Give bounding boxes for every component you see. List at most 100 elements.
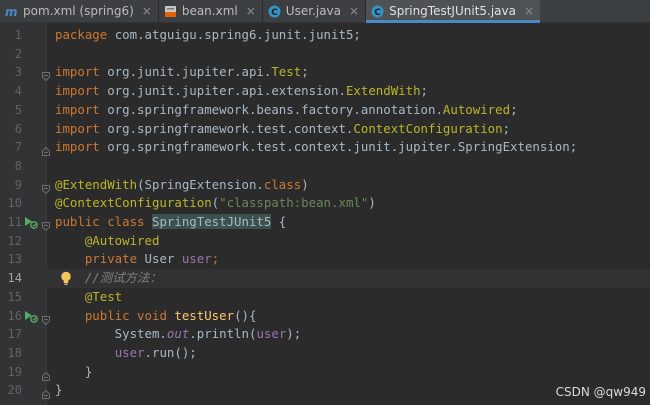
code-text: @Test <box>55 288 122 307</box>
code-token: user <box>256 326 287 342</box>
code-line[interactable]: 7 import org.springframework.test.context… <box>0 138 650 157</box>
code-token: @Test <box>84 288 123 304</box>
code-token: out <box>166 326 190 342</box>
code-token: ; <box>301 64 309 80</box>
svg-text:C: C <box>271 8 278 18</box>
line-number: 12 <box>7 233 22 248</box>
code-token: ; <box>502 120 511 136</box>
code-token: } <box>55 382 63 398</box>
line-number: 3 <box>14 65 22 80</box>
java-class-icon: C <box>371 5 384 18</box>
code-token: user <box>181 251 212 267</box>
code-token: import <box>55 64 108 80</box>
code-token: org.junit.jupiter.api.extension. <box>107 83 346 99</box>
svg-text:m: m <box>5 5 18 18</box>
code-token: public void <box>84 307 175 323</box>
close-icon[interactable]: × <box>349 4 359 18</box>
code-line[interactable]: 17 System.out.println(user); <box>0 325 650 344</box>
line-number: 10 <box>7 196 22 211</box>
line-number: 19 <box>7 364 22 379</box>
tab-user-java[interactable]: C User.java × <box>263 0 365 22</box>
line-number: 7 <box>14 140 22 155</box>
code-line[interactable]: 6 import org.springframework.test.context… <box>0 120 650 139</box>
code-text: //测试方法： <box>55 269 162 288</box>
svg-text:C: C <box>374 8 381 18</box>
code-token: (){ <box>234 307 257 323</box>
code-line[interactable]: 4 import org.junit.jupiter.api.extension.… <box>0 82 650 101</box>
code-line[interactable]: 18 user.run(); <box>0 344 650 363</box>
fold-open-icon[interactable] <box>42 68 50 82</box>
code-line[interactable]: 3 import org.junit.jupiter.api.Test; <box>0 63 650 82</box>
run-test-icon[interactable] <box>24 310 38 323</box>
line-number: 16 <box>7 308 22 323</box>
code-token: ); <box>286 326 302 342</box>
code-token: ; <box>510 101 518 117</box>
line-number: 15 <box>7 289 22 304</box>
code-line[interactable]: 10 @ContextConfiguration("classpath:bean.… <box>0 194 650 213</box>
code-line[interactable]: 20} <box>0 381 650 400</box>
fold-open-icon[interactable] <box>42 312 50 325</box>
code-line[interactable]: 9 @ExtendWith(SpringExtension.class) <box>0 176 650 195</box>
code-token: org.springframework.test.context.junit.j… <box>107 139 578 155</box>
code-token: ExtendWith <box>345 83 421 99</box>
code-token: import <box>55 83 108 99</box>
code-line[interactable]: 19 } <box>0 363 650 382</box>
code-token: .run(); <box>144 344 197 360</box>
code-token: ) <box>368 195 376 211</box>
code-line[interactable]: 8 <box>0 157 650 176</box>
code-token: org.springframework.beans.factory.annota… <box>107 101 443 117</box>
code-token: package <box>55 27 115 42</box>
code-line[interactable]: 2 <box>0 45 650 64</box>
tab-bean-xml[interactable]: bean.xml × <box>159 0 262 22</box>
code-token: user <box>114 344 145 360</box>
code-token: "classpath:bean.xml" <box>219 195 369 211</box>
fold-close-icon[interactable] <box>42 386 50 400</box>
code-text: import org.springframework.beans.factory… <box>55 101 518 120</box>
fold-open-icon[interactable] <box>42 181 50 194</box>
code-token: ) <box>301 176 309 192</box>
code-line[interactable]: 14 //测试方法： <box>0 269 650 288</box>
code-token: com.atguigu.spring6.junit.junit5; <box>114 27 361 42</box>
line-number: 2 <box>14 46 22 61</box>
close-icon[interactable]: × <box>524 4 534 18</box>
code-text: @ExtendWith(SpringExtension.class) <box>55 176 309 195</box>
code-line[interactable]: 13 private User user; <box>0 250 650 269</box>
run-test-icon[interactable] <box>24 216 38 229</box>
code-token: Autowired <box>442 101 511 117</box>
code-token: ContextConfiguration <box>353 120 503 136</box>
tab-label: pom.xml (spring6) <box>23 4 134 18</box>
java-class-icon: C <box>268 5 281 18</box>
code-line[interactable]: 11 public class SpringTestJUnit5 { <box>0 213 650 232</box>
code-token: ; <box>420 83 429 99</box>
code-line[interactable]: 1 package com.atguigu.spring6.junit.junit… <box>0 26 650 45</box>
fold-open-icon[interactable] <box>42 218 50 232</box>
code-token: .println( <box>189 326 257 342</box>
close-icon[interactable]: × <box>142 4 152 18</box>
code-line[interactable]: 12 @Autowired <box>0 232 650 251</box>
close-icon[interactable]: × <box>246 4 256 18</box>
code-token: //测试方法： <box>84 270 162 286</box>
fold-close-icon[interactable] <box>42 143 50 157</box>
code-text: public class SpringTestJUnit5 { <box>55 213 286 232</box>
code-line[interactable]: 16 public void testUser(){ <box>0 307 650 326</box>
xml-file-icon <box>164 5 177 18</box>
line-number: 11 <box>7 215 22 229</box>
tab-label: SpringTestJUnit5.java <box>389 4 516 18</box>
code-text: @Autowired <box>55 232 160 251</box>
code-token: { <box>271 214 287 229</box>
tab-springtestjunit5-java[interactable]: C SpringTestJUnit5.java × <box>366 0 541 23</box>
tab-label: bean.xml <box>181 4 238 18</box>
code-token: System. <box>55 326 167 342</box>
code-line[interactable]: 15 @Test <box>0 288 650 307</box>
code-editor[interactable]: 1 package com.atguigu.spring6.junit.junit… <box>0 23 650 405</box>
fold-close-icon[interactable] <box>42 368 50 381</box>
tab-pom-xml[interactable]: m pom.xml (spring6) × <box>0 0 158 22</box>
code-token: } <box>55 363 93 379</box>
code-line[interactable]: 5 import org.springframework.beans.factor… <box>0 101 650 120</box>
code-text: public void testUser(){ <box>55 307 257 326</box>
